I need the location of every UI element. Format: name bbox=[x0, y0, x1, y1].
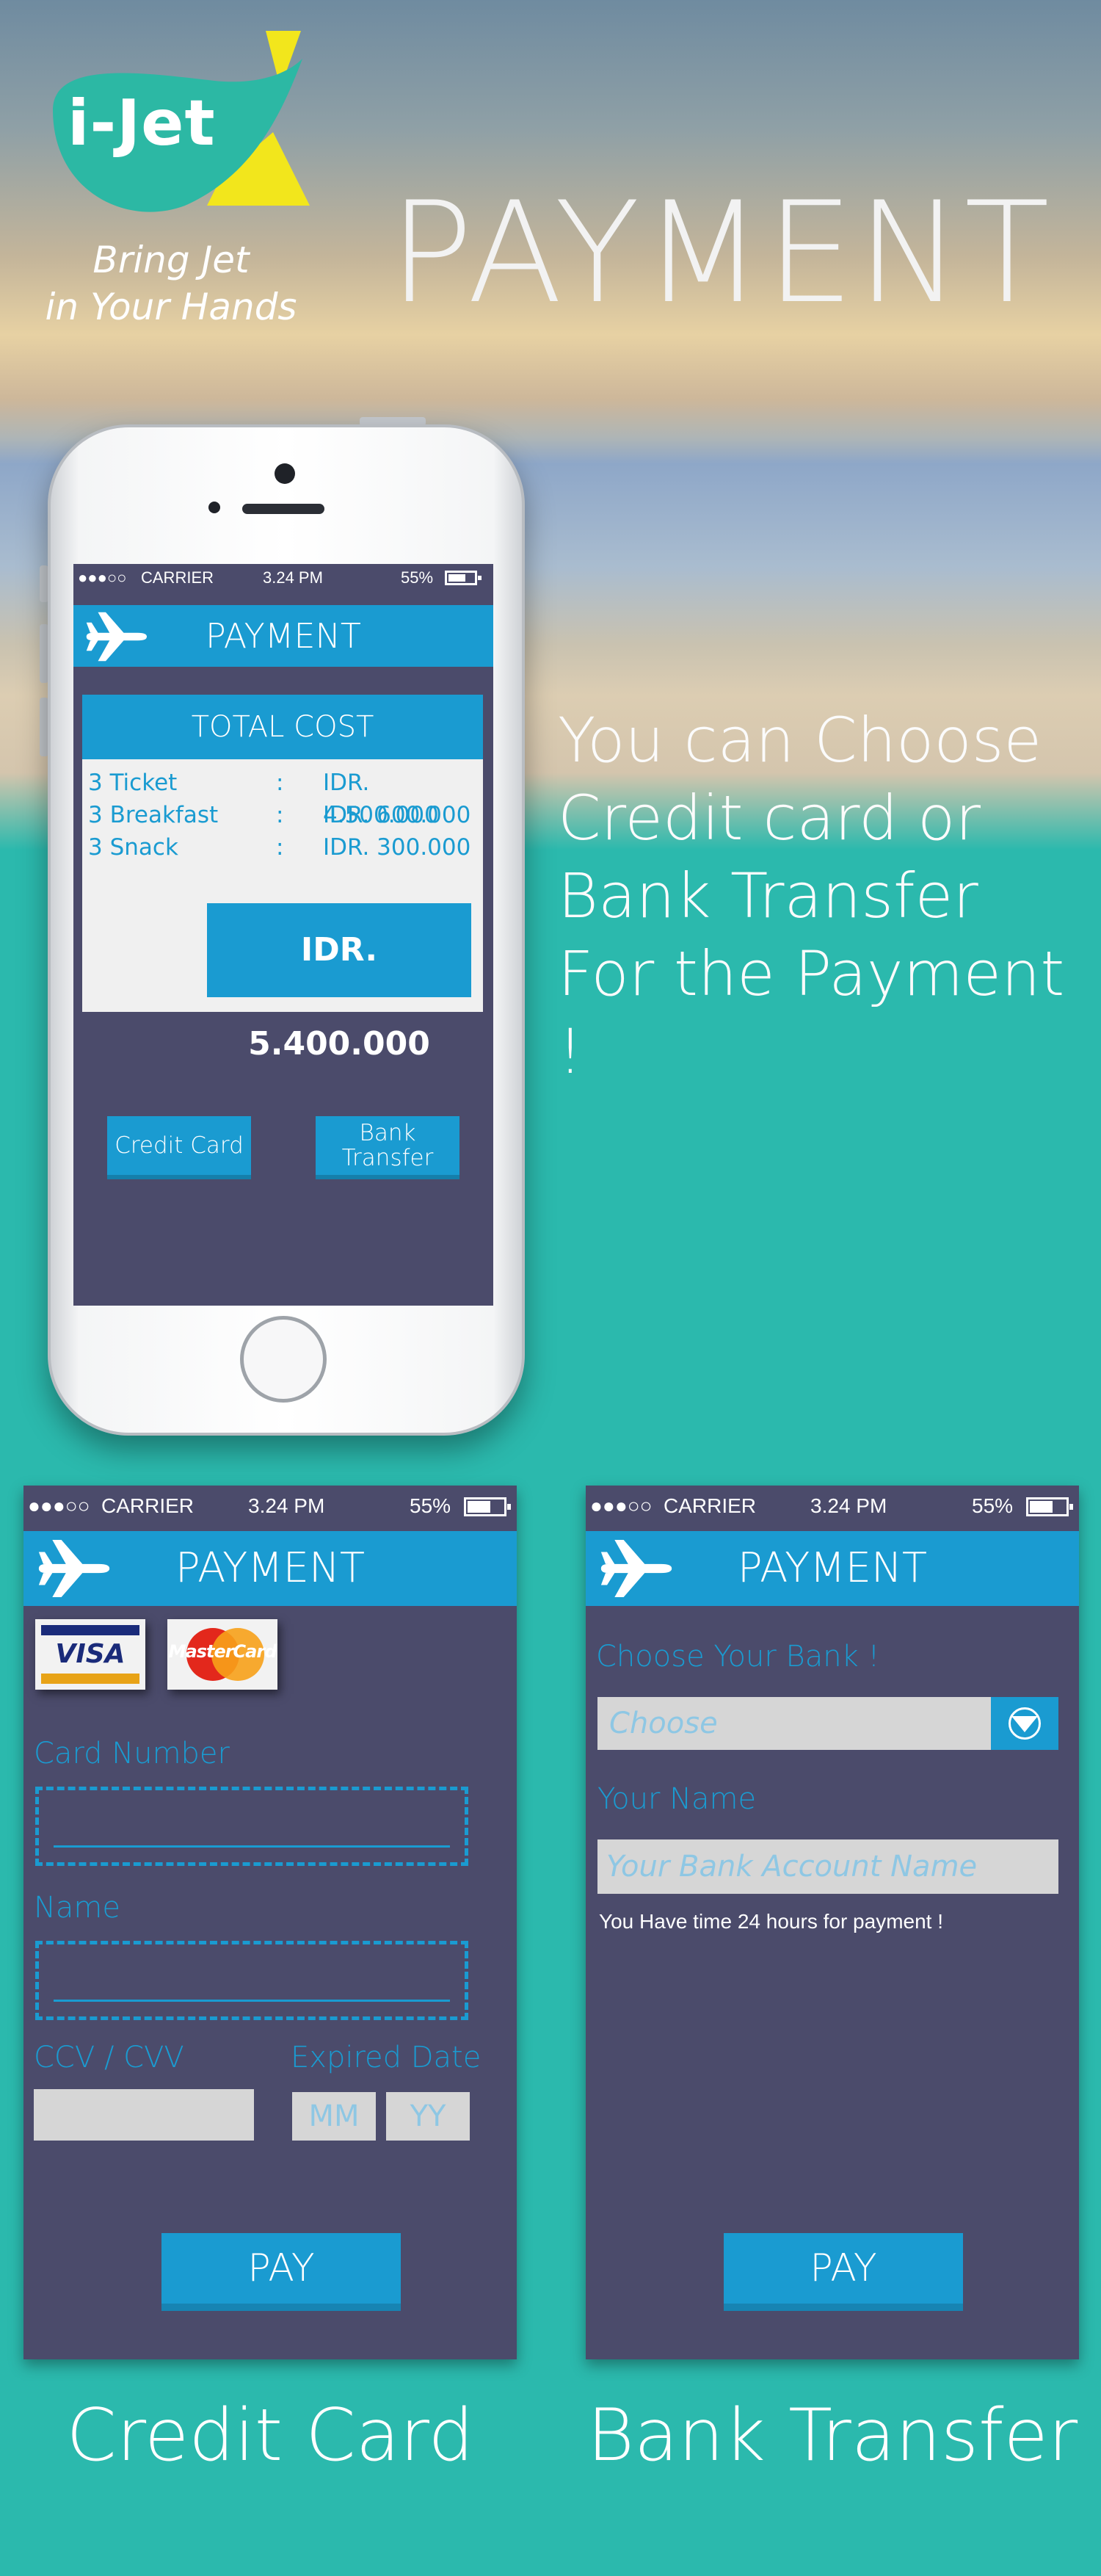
expiry-year-input[interactable]: YY bbox=[386, 2092, 470, 2141]
mastercard-option[interactable]: MasterCard bbox=[167, 1619, 277, 1690]
mastercard-logo: MasterCard bbox=[168, 1641, 277, 1662]
app-title: PAYMENT bbox=[205, 616, 362, 656]
status-bar: ●●●○○ CARRIER 3.24 PM 55% bbox=[586, 1486, 1079, 1527]
ccv-label: CCV / CVV bbox=[34, 2041, 184, 2074]
battery-percent: 55% bbox=[972, 1494, 1014, 1517]
card-number-input[interactable] bbox=[35, 1787, 468, 1866]
expiry-month-input[interactable]: MM bbox=[292, 2092, 376, 2141]
app-bar: PAYMENT bbox=[23, 1531, 517, 1606]
signal-indicator: ●●●○○ bbox=[78, 568, 127, 587]
phone-screen: ●●●○○ CARRIER 3.24 PM 55% PAYMENT TOTAL … bbox=[73, 564, 493, 1306]
credit-card-screen: ●●●○○ CARRIER 3.24 PM 55% PAYMENT VISA M… bbox=[23, 1486, 517, 2359]
battery-percent: 55% bbox=[401, 568, 434, 587]
clock: 3.24 PM bbox=[810, 1494, 887, 1517]
cost-item: 3 Breakfast bbox=[88, 802, 219, 828]
phone-sensor bbox=[208, 502, 220, 513]
cost-item: 3 Ticket bbox=[88, 770, 178, 796]
card-number-label: Card Number bbox=[34, 1737, 230, 1770]
clock: 3.24 PM bbox=[263, 568, 323, 587]
bank-transfer-screen: ●●●○○ CARRIER 3.24 PM 55% PAYMENT Choose… bbox=[586, 1486, 1079, 2359]
signal-indicator: ●●●○○ bbox=[28, 1494, 90, 1517]
bank-transfer-caption: Bank Transfer bbox=[586, 2394, 1078, 2478]
status-bar: ●●●○○ CARRIER 3.24 PM 55% bbox=[73, 564, 493, 592]
phone-speaker bbox=[242, 504, 324, 514]
visa-band-bottom bbox=[41, 1674, 139, 1684]
logo-wordmark: i-Jet bbox=[68, 87, 216, 160]
bank-transfer-option-button[interactable]: Bank Transfer bbox=[316, 1116, 459, 1175]
expired-date-label: Expired Date bbox=[291, 2041, 482, 2074]
cost-separator: : bbox=[276, 802, 284, 828]
total-cost-card: TOTAL COST 3 Ticket : IDR. 4.500.000 3 B… bbox=[82, 695, 483, 1063]
carrier-label: CARRIER bbox=[101, 1494, 195, 1517]
tagline-line-1: Bring Jet bbox=[92, 239, 250, 281]
phone-camera bbox=[275, 463, 295, 484]
cost-separator: : bbox=[276, 834, 284, 861]
signal-indicator: ●●●○○ bbox=[590, 1494, 653, 1517]
pay-button[interactable]: PAY bbox=[161, 2233, 401, 2304]
description-line-4: For the Payment ! bbox=[558, 938, 1065, 1088]
credit-card-caption: Credit Card bbox=[66, 2394, 474, 2478]
total-amount: IDR. 5.400.000 bbox=[207, 903, 471, 1063]
battery-percent: 55% bbox=[410, 1494, 451, 1517]
cost-price: IDR. 600.000 bbox=[323, 802, 471, 828]
app-title: PAYMENT bbox=[737, 1544, 928, 1592]
description-line-3: Bank Transfer bbox=[558, 860, 978, 932]
choose-bank-label: Choose Your Bank ! bbox=[596, 1640, 880, 1674]
pay-button[interactable]: PAY bbox=[724, 2233, 963, 2304]
clock: 3.24 PM bbox=[248, 1494, 325, 1517]
description-line-2: Credit card or bbox=[558, 782, 981, 854]
chevron-down-icon bbox=[1011, 1716, 1038, 1732]
poster: i-Jet Bring Jet in Your Hands PAYMENT Yo… bbox=[0, 0, 1101, 2576]
app-title: PAYMENT bbox=[175, 1544, 366, 1592]
app-bar: PAYMENT bbox=[73, 605, 493, 667]
visa-card-option[interactable]: VISA bbox=[35, 1619, 145, 1690]
carrier-label: CARRIER bbox=[664, 1494, 757, 1517]
your-name-label: Your Name bbox=[597, 1782, 757, 1816]
total-cost-header: TOTAL COST bbox=[82, 695, 483, 759]
description-line-1: You can Choose bbox=[558, 704, 1042, 776]
visa-band-top bbox=[41, 1625, 139, 1635]
payment-deadline-note: You Have time 24 hours for payment ! bbox=[599, 1910, 943, 1933]
cost-item: 3 Snack bbox=[88, 834, 178, 861]
status-bar: ●●●○○ CARRIER 3.24 PM 55% bbox=[23, 1486, 517, 1527]
visa-logo: VISA bbox=[55, 1639, 126, 1669]
app-bar: PAYMENT bbox=[586, 1531, 1079, 1606]
bank-dropdown-button[interactable] bbox=[991, 1697, 1058, 1750]
cost-separator: : bbox=[276, 770, 284, 796]
headline: PAYMENT bbox=[389, 172, 1053, 334]
bank-account-name-input[interactable]: Your Bank Account Name bbox=[597, 1839, 1058, 1894]
battery-icon bbox=[464, 1497, 511, 1516]
name-label: Name bbox=[34, 1891, 121, 1925]
phone-home-button bbox=[240, 1316, 327, 1403]
tagline: Bring Jet in Your Hands bbox=[35, 236, 307, 330]
bank-button-line-2: Transfer bbox=[341, 1145, 434, 1171]
name-input[interactable] bbox=[35, 1941, 468, 2020]
bank-button-line-1: Bank bbox=[359, 1120, 416, 1146]
ccv-input[interactable] bbox=[34, 2089, 254, 2141]
battery-icon bbox=[1026, 1497, 1073, 1516]
bank-select[interactable]: Choose bbox=[597, 1697, 997, 1750]
carrier-label: CARRIER bbox=[141, 568, 214, 587]
description: You can Choose Credit card or Bank Trans… bbox=[558, 701, 1086, 1090]
credit-card-option-button[interactable]: Credit Card bbox=[107, 1116, 251, 1175]
tagline-line-2: in Your Hands bbox=[45, 286, 297, 328]
battery-icon bbox=[445, 571, 482, 585]
cost-price: IDR. 300.000 bbox=[323, 834, 471, 861]
